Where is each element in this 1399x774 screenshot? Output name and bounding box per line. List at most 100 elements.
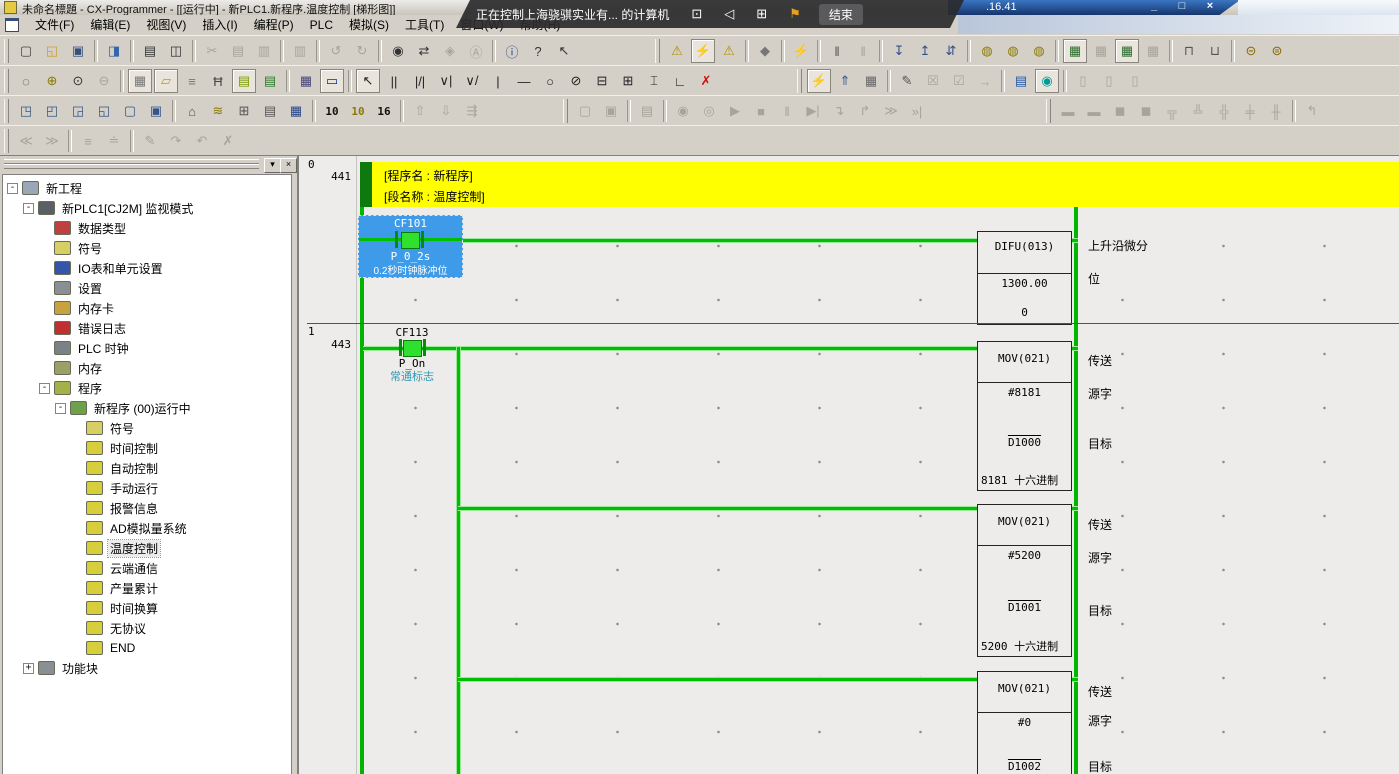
expand-toggle-icon[interactable]: - [23, 203, 34, 214]
memory-window-icon[interactable]: ▯ [1123, 69, 1147, 93]
net-meter-2-icon[interactable]: ▬ [1082, 99, 1106, 123]
menu-simulation[interactable]: 模拟(S) [341, 14, 397, 35]
edit-mark-delete-icon[interactable]: ✗ [216, 129, 240, 153]
properties-icon[interactable]: ▣ [144, 99, 168, 123]
cancel-online-edit-icon[interactable]: ☒ [921, 69, 945, 93]
symbol-table-view-icon[interactable]: ⊞ [232, 99, 256, 123]
end-session-button[interactable]: 结束 [819, 4, 863, 25]
open-project-icon[interactable]: ◱ [40, 39, 64, 63]
tree-item-settings[interactable]: 设置 [3, 278, 291, 298]
go-prev-address-icon[interactable]: ⇧ [408, 99, 432, 123]
new-project-icon[interactable]: ▢ [14, 39, 38, 63]
find-icon[interactable]: ◉ [386, 39, 410, 63]
new-instruction-icon[interactable]: ⊟ [590, 69, 614, 93]
menu-insert[interactable]: 插入(I) [194, 14, 245, 35]
help-icon[interactable]: ? [526, 39, 550, 63]
net-meter-1-icon[interactable]: ▬ [1056, 99, 1080, 123]
cut-icon[interactable]: ✂ [200, 39, 224, 63]
address-reference-icon[interactable]: ◱ [92, 99, 116, 123]
menu-program[interactable]: 编程(P) [246, 14, 302, 35]
sim-pause-icon[interactable]: ‖ [775, 99, 799, 123]
show-comments-icon[interactable]: ▱ [154, 69, 178, 93]
menu-edit[interactable]: 编辑(E) [82, 14, 138, 35]
compile-program-icon[interactable]: ⚠ [665, 39, 689, 63]
tree-item-end[interactable]: END [3, 638, 291, 658]
sim-step-in-icon[interactable]: ↴ [827, 99, 851, 123]
sim-step-icon[interactable]: ▶| [801, 99, 825, 123]
io-comment-view-icon[interactable]: ≋ [206, 99, 230, 123]
return-icon[interactable]: ↰ [1300, 99, 1324, 123]
watch-window-icon[interactable]: ◉ [1035, 69, 1059, 93]
panel-grip[interactable] [4, 164, 259, 169]
go-next-address-icon[interactable]: ⇩ [434, 99, 458, 123]
net-branch-5-icon[interactable]: ╫ [1264, 99, 1288, 123]
align-top-icon[interactable]: ≐ [102, 129, 126, 153]
delete-icon[interactable]: ✗ [694, 69, 718, 93]
close-button[interactable]: × [1199, 0, 1221, 12]
new-coil-icon[interactable]: ○ [538, 69, 562, 93]
find-replace-icon[interactable]: ⇄ [412, 39, 436, 63]
sim-continuous-icon[interactable]: ≫ [879, 99, 903, 123]
mov1-instruction-block[interactable]: MOV(021) #8181 D1000 8181 十六进制 [977, 341, 1072, 491]
send-online-changes-icon[interactable]: ⇑ [833, 69, 857, 93]
new-line-connector-icon[interactable]: ∟ [668, 69, 692, 93]
net-node-1-icon[interactable]: ◼ [1108, 99, 1132, 123]
edit-mark-undo-icon[interactable]: ↶ [190, 129, 214, 153]
difu-instruction-block[interactable]: DIFU(013) 1300.00 0 [977, 231, 1072, 325]
panel-dropdown-button[interactable]: ▾ [264, 158, 281, 173]
align-list-icon[interactable]: ≡ [76, 129, 100, 153]
sim-pause-mode-icon[interactable]: ◉ [671, 99, 695, 123]
net-branch-1-icon[interactable]: ╦ [1160, 99, 1184, 123]
child-window-icon[interactable] [5, 18, 19, 32]
release-password-icon[interactable]: ⊜ [1265, 39, 1289, 63]
tree-item-function-blocks[interactable]: + 功能块 [3, 658, 291, 678]
online-edit-schedule-icon[interactable]: ▦ [859, 69, 883, 93]
monitor-all-icon[interactable]: ▦ [1089, 39, 1113, 63]
new-inverted-instruction-icon[interactable]: ⊞ [616, 69, 640, 93]
tree-item-memory[interactable]: 内存 [3, 358, 291, 378]
rung-list-icon[interactable]: ▤ [258, 99, 282, 123]
tree-item-alarm-info[interactable]: 报警信息 [3, 498, 291, 518]
print-preview-icon[interactable]: ◫ [164, 39, 188, 63]
sim-run-icon[interactable]: ▶ [723, 99, 747, 123]
contact-energized-square[interactable] [403, 340, 422, 357]
context-help-icon[interactable]: ↖ [552, 39, 576, 63]
set-password-icon[interactable]: ⊝ [1239, 39, 1263, 63]
tree-item-cloud-comm[interactable]: 云端通信 [3, 558, 291, 578]
tree-item-time-conversion[interactable]: 时间换算 [3, 598, 291, 618]
tree-item-auto-control[interactable]: 自动控制 [3, 458, 291, 478]
cross-ref-report-icon[interactable]: ⌂ [180, 99, 204, 123]
mov2-instruction-block[interactable]: MOV(021) #5200 D1001 5200 十六进制 [977, 504, 1072, 657]
new-contact-icon[interactable]: || [382, 69, 406, 93]
panel-close-button[interactable]: × [280, 158, 297, 173]
monitor-icon[interactable]: ▦ [1063, 39, 1087, 63]
download-to-plc-icon[interactable]: ↧ [887, 39, 911, 63]
show-symbol-bar-icon[interactable]: ▤ [232, 69, 256, 93]
simulator-settings-icon[interactable]: ▤ [635, 99, 659, 123]
show-rung-annotations-icon[interactable]: ≡ [180, 69, 204, 93]
sim-step-out-icon[interactable]: ↱ [853, 99, 877, 123]
edit-mark-pen-icon[interactable]: ✎ [138, 129, 162, 153]
rung-comment-banner[interactable]: [程序名 : 新程序] [段名称 : 温度控制] [360, 162, 1399, 207]
sim-scan-icon[interactable]: ◎ [697, 99, 721, 123]
expand-toggle-icon[interactable]: - [7, 183, 18, 194]
new-or-contact-icon[interactable]: ∨| [434, 69, 458, 93]
new-or-closed-contact-icon[interactable]: ∨/ [460, 69, 484, 93]
zoom-tool-icon[interactable]: ◌ [14, 69, 38, 93]
tree-item-io-table[interactable]: IO表和单元设置 [3, 258, 291, 278]
new-vertical-icon[interactable]: | [486, 69, 510, 93]
io-table-dialog-icon[interactable]: ▦ [284, 99, 308, 123]
page-setup-icon[interactable]: ◨ [102, 39, 126, 63]
simulator-network-icon[interactable]: ▣ [599, 99, 623, 123]
paste-icon[interactable]: ▥ [252, 39, 276, 63]
simulator-online-icon[interactable]: ▢ [573, 99, 597, 123]
restore-button[interactable]: □ [1171, 0, 1193, 12]
sim-stop-icon[interactable]: ■ [749, 99, 773, 123]
local-window-icon[interactable]: ▢ [118, 99, 142, 123]
signed-decimal-display-icon[interactable]: 10 [346, 99, 370, 123]
transfer-options-icon[interactable]: ◆ [753, 39, 777, 63]
minimize-button[interactable]: _ [1143, 0, 1165, 12]
go-online-edit-icon[interactable]: → [973, 69, 997, 93]
indent-icon[interactable]: ≫ [40, 129, 64, 153]
contact-cf101-selected[interactable]: CF101 P_0_2s 0.2秒时钟脉冲位 [358, 215, 463, 278]
